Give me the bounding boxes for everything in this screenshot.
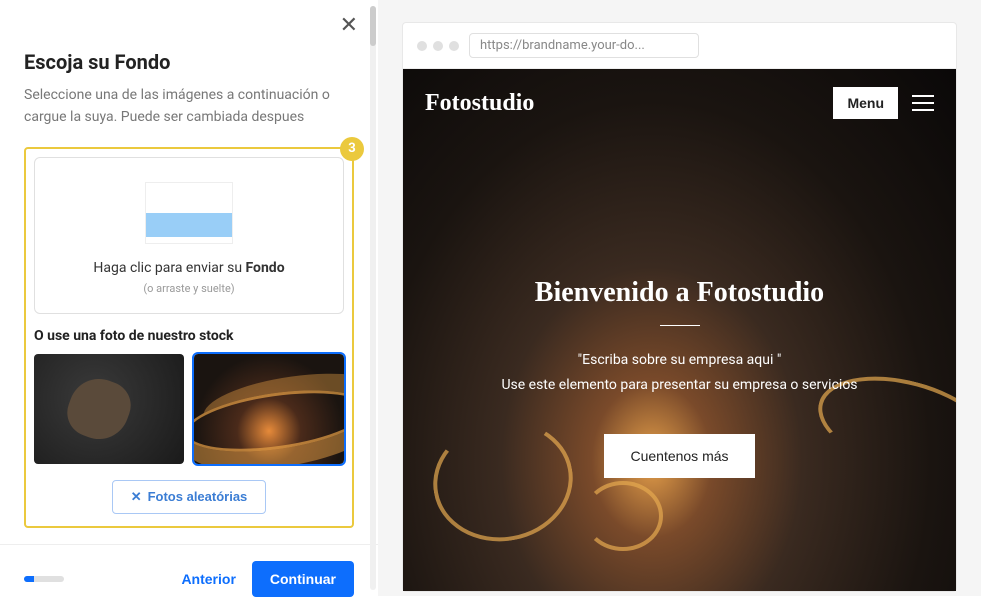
- stock-thumb-2[interactable]: [194, 354, 344, 464]
- upload-dropzone[interactable]: Haga clic para enviar su Fondo (o arrast…: [34, 157, 344, 314]
- browser-bar: https://brandname.your-do...: [403, 23, 956, 69]
- random-btn-label: Fotos aleatórias: [148, 489, 248, 504]
- preview-pane: https://brandname.your-do... Fotostudio …: [378, 0, 981, 596]
- step-badge: 3: [340, 137, 364, 161]
- upload-subtext: (o arraste y suelte): [45, 282, 333, 295]
- highlight-box: 3 Haga clic para enviar su Fondo (o arra…: [24, 147, 354, 528]
- site-header: Fotostudio Menu: [403, 69, 956, 137]
- upload-text-prefix: Haga clic para enviar su: [93, 260, 245, 276]
- continue-button[interactable]: Continuar: [252, 561, 354, 597]
- upload-text-bold: Fondo: [246, 260, 285, 276]
- sidebar-subtitle: Seleccione una de las imágenes a continu…: [24, 84, 354, 129]
- browser-frame: https://brandname.your-do... Fotostudio …: [402, 22, 957, 592]
- menu-button[interactable]: Menu: [833, 87, 898, 119]
- stock-thumb-1[interactable]: [34, 354, 184, 464]
- hero-quote: "Escriba sobre su empresa aqui ": [443, 352, 916, 368]
- url-bar[interactable]: https://brandname.your-do...: [469, 33, 699, 58]
- dot-icon: [433, 41, 443, 51]
- hero-content: Bienvenido a Fotostudio "Escriba sobre s…: [403, 137, 956, 478]
- random-photos-button[interactable]: ✕ Fotos aleatórias: [112, 480, 267, 514]
- hamburger-icon[interactable]: [912, 95, 934, 111]
- previous-button[interactable]: Anterior: [181, 571, 235, 587]
- dot-icon: [417, 41, 427, 51]
- browser-dots: [417, 41, 459, 51]
- scrollbar[interactable]: [370, 6, 376, 590]
- cta-button[interactable]: Cuentenos más: [604, 434, 754, 478]
- hero-title: Bienvenido a Fotostudio: [443, 277, 916, 309]
- dot-icon: [449, 41, 459, 51]
- light-swirl-decoration: [583, 481, 663, 551]
- wizard-sidebar: ✕ Escoja su Fondo Seleccione una de las …: [0, 0, 378, 596]
- progress-bar: [24, 576, 64, 582]
- sidebar-title: Escoja su Fondo: [24, 50, 354, 74]
- close-button[interactable]: ✕: [340, 12, 358, 38]
- hero-description: Use este elemento para presentar su empr…: [443, 374, 916, 398]
- site-title[interactable]: Fotostudio: [425, 90, 534, 117]
- shuffle-icon: ✕: [131, 489, 142, 505]
- upload-text: Haga clic para enviar su Fondo: [45, 260, 333, 276]
- scrollbar-thumb[interactable]: [370, 6, 376, 46]
- stock-heading: O use una foto de nuestro stock: [34, 328, 344, 344]
- wizard-footer: Anterior Continuar: [0, 544, 378, 613]
- site-hero: Fotostudio Menu Bienvenido a Fotostudio …: [403, 69, 956, 591]
- divider: [660, 325, 700, 326]
- upload-thumb-icon: [145, 182, 233, 244]
- stock-thumbs: [34, 354, 344, 464]
